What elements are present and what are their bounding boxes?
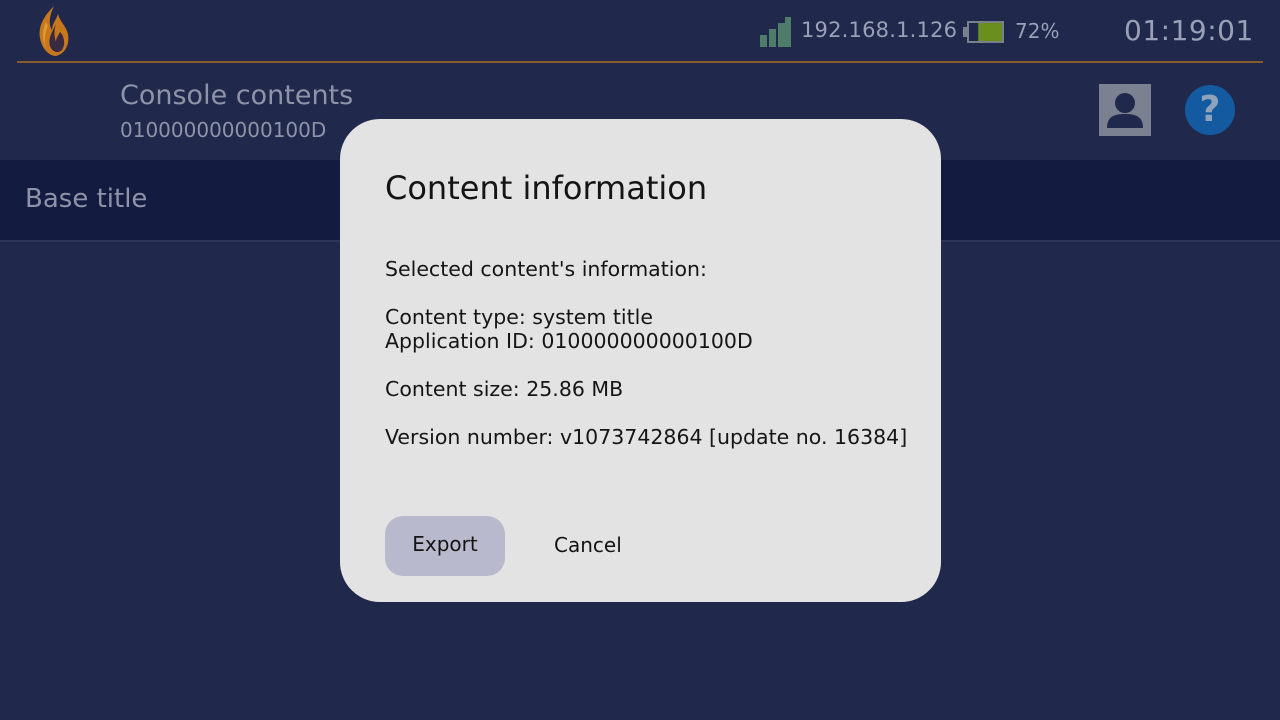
user-avatar-button[interactable]	[1099, 84, 1151, 136]
export-button[interactable]: Export	[385, 516, 505, 576]
flame-logo-icon	[39, 6, 69, 56]
app-screen: 192.168.1.126 72% 01:19:01 Console conte…	[0, 0, 1280, 720]
info-content-type: Content type: system title	[385, 305, 653, 329]
help-button[interactable]: ?	[1185, 85, 1235, 135]
cancel-button[interactable]: Cancel	[554, 516, 622, 576]
dialog-title: Content information	[385, 169, 708, 207]
info-application-id: Application ID: 010000000000100D	[385, 329, 753, 353]
tab-base-title[interactable]: Base title	[25, 184, 147, 214]
help-icon: ?	[1199, 89, 1221, 130]
info-content-size: Content size: 25.86 MB	[385, 377, 624, 401]
page-title: Console contents	[120, 80, 354, 111]
signal-strength-icon	[760, 17, 791, 47]
battery-icon	[963, 21, 1004, 43]
dialog-body: Selected content's information: Content …	[385, 257, 907, 449]
clock: 01:19:01	[1124, 14, 1254, 47]
top-divider	[17, 61, 1263, 63]
page-subtitle: 010000000000100D	[120, 118, 327, 142]
info-version: Version number: v1073742864 [update no. …	[385, 425, 908, 449]
content-information-dialog: Content information Selected content's i…	[340, 119, 941, 602]
ip-address: 192.168.1.126	[801, 18, 958, 42]
battery-percentage: 72%	[1015, 19, 1060, 43]
info-intro: Selected content's information:	[385, 257, 707, 281]
user-avatar-icon	[1107, 93, 1143, 128]
